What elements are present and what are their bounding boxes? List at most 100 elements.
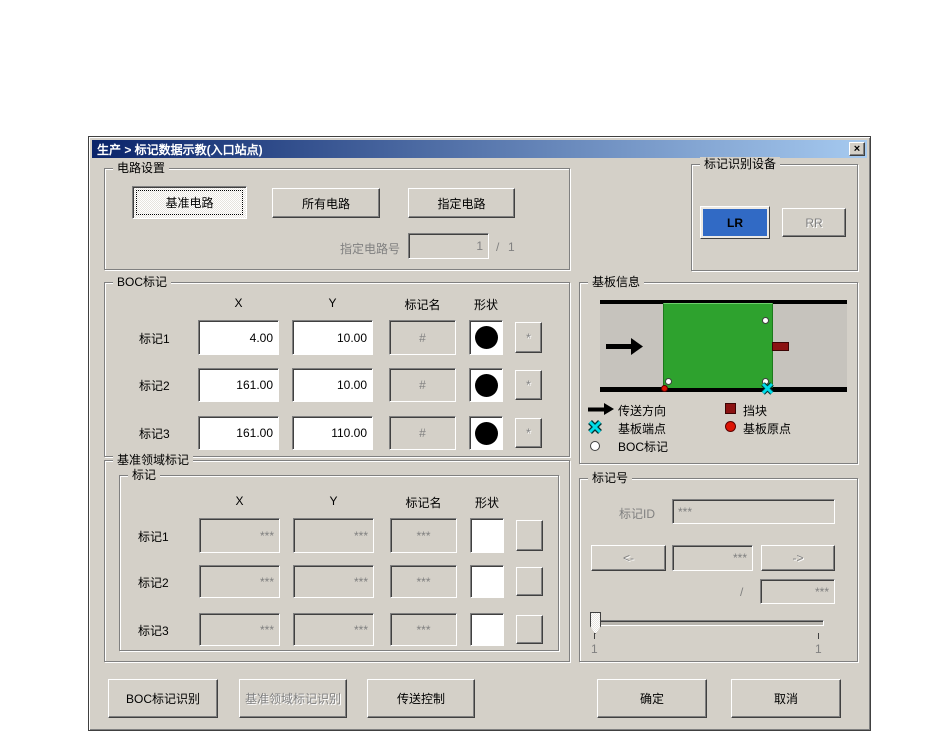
- boc-mark1-y-input[interactable]: [292, 320, 373, 355]
- prev-mark-button: <-: [591, 545, 666, 571]
- mark-id-input: [672, 499, 835, 524]
- boc-mark3-y-input[interactable]: [292, 416, 373, 450]
- legend-endpoint-label: 基板端点: [618, 420, 666, 437]
- circuit-number-separator: /: [496, 240, 499, 254]
- ref-area-marks-group: 基准领域标记 标记 X Y 标记名 形状 标记1 标记2: [104, 460, 570, 662]
- circuit-number-total: 1: [508, 240, 515, 254]
- circuit-settings-group: 电路设置 基准电路 所有电路 指定电路 指定电路号 / 1: [104, 168, 570, 270]
- conveyor-diagram: [600, 300, 847, 392]
- mark-index-input: [672, 545, 753, 571]
- boc-mark3-star-button: *: [515, 418, 542, 448]
- boc-col-header-name: 标记名: [389, 296, 456, 313]
- boc-mark1-x-input[interactable]: [198, 320, 279, 355]
- boc-mark2-circle-shape-icon: [475, 374, 498, 397]
- ref-mark1-label: 标记1: [138, 528, 169, 545]
- boc-mark1-name-field: [389, 320, 456, 355]
- ok-button[interactable]: 确定: [597, 679, 707, 718]
- slider-max-label: 1: [815, 642, 822, 656]
- ref-area-mark-recognition-button: 基准领域标记识别: [239, 679, 347, 718]
- board-info-group: 基板信息: [579, 282, 858, 464]
- close-button[interactable]: ×: [849, 142, 865, 156]
- specified-circuit-number-input: [408, 233, 489, 259]
- legend-origin-icon: [725, 421, 736, 432]
- ref-mark3-label: 标记3: [138, 622, 169, 639]
- board-info-title: 基板信息: [588, 275, 644, 289]
- dialog-window: 生产 > 标记数据示教(入口站点) × 电路设置 基准电路 所有电路 指定电路 …: [88, 136, 871, 731]
- desktop-background: 生产 > 标记数据示教(入口站点) × 电路设置 基准电路 所有电路 指定电路 …: [0, 0, 941, 732]
- legend-boc-mark-icon: [590, 441, 600, 451]
- boc-mark3-shape-box: [469, 416, 503, 450]
- ref-mark3-name-field: [390, 613, 457, 646]
- ref-marks-subgroup: 标记 X Y 标记名 形状 标记1 标记2 标记: [119, 475, 559, 651]
- ref-mark3-y-input: [293, 613, 374, 646]
- boc-mark1-shape-box: [469, 320, 503, 355]
- board-endpoint-x-icon: [761, 382, 774, 395]
- boc-marks-group: BOC标记 X Y 标记名 形状 标记1 * 标记2 * 标记3: [104, 282, 570, 457]
- boc-mark3-circle-shape-icon: [475, 422, 498, 445]
- legend-direction-arrow-icon: [588, 403, 614, 415]
- boc-mark2-name-field: [389, 368, 456, 402]
- mark-total-input: [760, 579, 835, 604]
- rr-device-button: RR: [782, 208, 846, 237]
- boc-mark2-shape-box: [469, 368, 503, 402]
- slider-tick-left: [594, 633, 595, 639]
- ref-mark2-x-input: [199, 565, 280, 598]
- boc-mark-recognition-button[interactable]: BOC标记识别: [108, 679, 218, 718]
- boc-mark-dot-bottom-left: [665, 378, 672, 385]
- slider-min-label: 1: [591, 642, 598, 656]
- boc-mark2-x-input[interactable]: [198, 368, 279, 402]
- mark-id-label: 标记ID: [619, 505, 655, 522]
- mark-slider-thumb: [590, 612, 601, 634]
- ref-mark1-y-input: [293, 518, 374, 553]
- transfer-control-button[interactable]: 传送控制: [367, 679, 475, 718]
- boc-col-header-shape: 形状: [463, 296, 509, 313]
- boc-mark3-label: 标记3: [139, 425, 170, 442]
- legend-origin-label: 基板原点: [743, 420, 791, 437]
- specified-circuit-number-label: 指定电路号: [340, 240, 400, 257]
- ref-mark2-shape-box: [470, 565, 504, 598]
- boc-mark2-label: 标记2: [139, 377, 170, 394]
- slider-tick-right: [818, 633, 819, 639]
- legend-direction-label: 传送方向: [618, 402, 666, 419]
- ref-col-header-y: Y: [293, 494, 374, 508]
- specified-circuit-button[interactable]: 指定电路: [408, 188, 515, 218]
- ref-mark2-name-field: [390, 565, 457, 598]
- mark-device-group: 标记识别设备 LR RR: [691, 164, 858, 271]
- close-icon: ×: [854, 144, 860, 154]
- ref-mark3-shape-box: [470, 613, 504, 646]
- window-title: 生产 > 标记数据示教(入口站点): [97, 141, 263, 158]
- lr-device-button[interactable]: LR: [700, 206, 770, 239]
- boc-mark3-x-input[interactable]: [198, 416, 279, 450]
- boc-mark2-y-input[interactable]: [292, 368, 373, 402]
- mark-device-title: 标记识别设备: [700, 157, 780, 171]
- ref-mark2-star-button: [516, 567, 543, 596]
- legend-endpoint-x-icon: [588, 420, 602, 434]
- all-circuits-button[interactable]: 所有电路: [272, 188, 380, 218]
- mark-number-title: 标记号: [588, 471, 632, 485]
- ref-mark3-x-input: [199, 613, 280, 646]
- boc-mark1-star-button: *: [515, 322, 542, 353]
- board-origin-dot: [661, 385, 668, 392]
- ref-mark1-x-input: [199, 518, 280, 553]
- ref-mark1-shape-box: [470, 518, 504, 553]
- ref-area-marks-title: 基准领域标记: [113, 453, 193, 467]
- boc-mark1-circle-shape-icon: [475, 326, 498, 349]
- boc-marks-title: BOC标记: [113, 275, 171, 289]
- reference-circuit-button[interactable]: 基准电路: [132, 186, 247, 219]
- stopper-rect: [772, 342, 789, 351]
- ref-mark3-star-button: [516, 615, 543, 644]
- board-rect: [663, 303, 773, 388]
- title-bar: 生产 > 标记数据示教(入口站点) ×: [92, 140, 867, 158]
- cancel-button[interactable]: 取消: [731, 679, 841, 718]
- mark-total-separator: /: [740, 585, 743, 599]
- ref-marks-subtitle: 标记: [128, 468, 160, 482]
- ref-mark1-star-button: [516, 520, 543, 551]
- legend-stopper-label: 挡块: [743, 402, 767, 419]
- ref-col-header-shape: 形状: [464, 494, 510, 511]
- transfer-direction-arrow-icon: [606, 337, 644, 355]
- ref-col-header-x: X: [199, 494, 280, 508]
- boc-mark1-label: 标记1: [139, 330, 170, 347]
- mark-number-group: 标记号 标记ID <- -> / 1 1: [579, 478, 858, 662]
- boc-mark3-name-field: [389, 416, 456, 450]
- boc-col-header-y: Y: [292, 296, 373, 310]
